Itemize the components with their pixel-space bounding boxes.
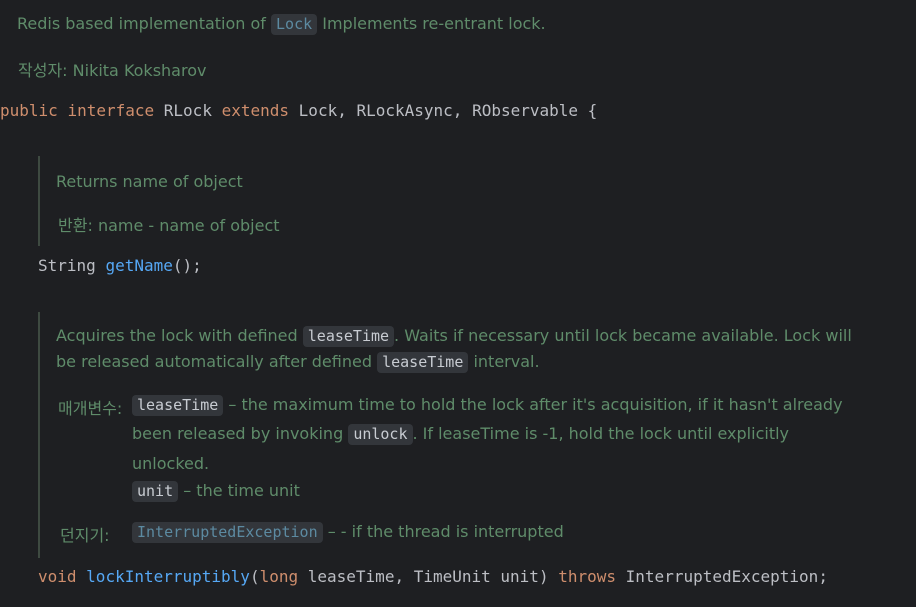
throws-line: InterruptedException – - if the thread i…: [132, 522, 564, 543]
param-leasetime: leaseTime: [132, 395, 224, 416]
leasetime-code-2: leaseTime: [377, 352, 469, 373]
param1-text-4: unlocked.: [132, 454, 210, 473]
param1-text-2: been released by invoking: [132, 424, 344, 443]
lock-desc-line2: be released automatically after defined …: [56, 352, 540, 373]
lock-doc-bar: [38, 312, 40, 558]
returns-label: 반환:: [58, 216, 93, 235]
super-interfaces: Lock, RLockAsync, RObservable {: [298, 101, 598, 120]
lock-signature: void lockInterruptibly(long leaseTime, T…: [38, 567, 828, 586]
returns-text: name - name of object: [97, 216, 280, 235]
throws-label: 던지기:: [60, 526, 110, 545]
author-line: 작성자: Nikita Koksharov: [18, 57, 206, 81]
signature-rest: ();: [172, 256, 202, 275]
getname-returns: 반환: name - name of object: [58, 212, 280, 236]
keyword-public: public: [0, 101, 58, 120]
signature-exception: InterruptedException;: [625, 567, 828, 586]
paren-open: (: [249, 567, 260, 586]
param2-line: unit – the time unit: [132, 481, 300, 502]
getname-description: Returns name of object: [56, 172, 243, 191]
return-type: String: [38, 256, 96, 275]
lock-desc-text-3: be released automatically after defined: [56, 352, 372, 371]
param2-text: – the time unit: [183, 481, 300, 500]
method-getname[interactable]: getName: [105, 256, 172, 275]
class-doc-text-2: Implements re-entrant lock.: [322, 14, 546, 33]
param1-text: – the maximum time to hold the lock afte…: [228, 395, 843, 414]
lock-desc-text-4: interval.: [473, 352, 540, 371]
param1-line2: been released by invoking unlock. If lea…: [132, 424, 789, 445]
throws-text: – - if the thread is interrupted: [327, 522, 564, 541]
param1-text-3: . If leaseTime is -1, hold the lock unti…: [412, 424, 790, 443]
lock-desc-text-2: . Waits if necessary until lock became a…: [394, 326, 852, 345]
unlock-code: unlock: [348, 424, 413, 445]
keyword-throws: throws: [558, 567, 617, 586]
lock-desc-text: Acquires the lock with defined: [56, 326, 298, 345]
lock-desc-line1: Acquires the lock with defined leaseTime…: [56, 326, 852, 347]
author-name: Nikita Koksharov: [72, 61, 207, 80]
params-label: 매개변수:: [58, 399, 123, 418]
signature-params: leaseTime, TimeUnit unit): [307, 567, 549, 586]
author-label: 작성자:: [18, 61, 68, 80]
param-unit: unit: [132, 481, 179, 502]
keyword-extends: extends: [221, 101, 290, 120]
class-doc-line1: Redis based implementation of Lock Imple…: [17, 14, 546, 35]
param1-line1: leaseTime – the maximum time to hold the…: [132, 395, 843, 416]
leasetime-code: leaseTime: [302, 326, 395, 347]
interface-name: RLock: [163, 101, 212, 120]
keyword-interface: interface: [67, 101, 155, 120]
lock-link[interactable]: Lock: [271, 14, 318, 35]
getname-signature: String getName();: [38, 256, 202, 275]
getname-doc-bar: [38, 156, 40, 246]
interface-declaration: public interface RLock extends Lock, RLo…: [0, 101, 597, 120]
interruptedexception-link[interactable]: InterruptedException: [132, 522, 323, 543]
method-lockinterruptibly[interactable]: lockInterruptibly: [86, 567, 250, 586]
class-doc-text: Redis based implementation of: [17, 14, 266, 33]
keyword-void: void: [38, 567, 77, 586]
keyword-long: long: [259, 567, 299, 586]
